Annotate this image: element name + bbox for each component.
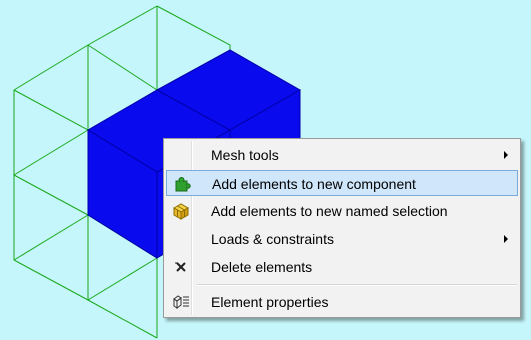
element-properties-icon <box>172 293 190 311</box>
submenu-arrow-icon <box>504 235 508 243</box>
menu-item-mesh-tools[interactable]: Mesh tools <box>166 142 518 168</box>
context-menu: Mesh tools Add elements to new component <box>163 138 521 318</box>
menu-item-label: Add elements to new component <box>212 176 416 192</box>
menu-item-label: Add elements to new named selection <box>211 203 448 219</box>
menu-item-add-elements-to-new-component[interactable]: Add elements to new component <box>166 170 518 196</box>
menu-item-label: Delete elements <box>211 259 313 275</box>
puzzle-piece-icon <box>173 175 191 193</box>
menu-item-label: Mesh tools <box>211 147 279 163</box>
menu-item-loads-and-constraints[interactable]: Loads & constraints <box>166 226 518 252</box>
menu-separator <box>197 284 517 286</box>
menu-item-element-properties[interactable]: Element properties <box>166 289 518 315</box>
yellow-cube-icon <box>172 202 190 220</box>
delete-x-icon <box>172 258 190 276</box>
menu-item-delete-elements[interactable]: Delete elements <box>166 254 518 280</box>
submenu-arrow-icon <box>504 151 508 159</box>
menu-item-label: Loads & constraints <box>211 231 334 247</box>
menu-item-label: Element properties <box>211 294 329 310</box>
menu-item-add-elements-to-new-named-selection[interactable]: Add elements to new named selection <box>166 198 518 224</box>
